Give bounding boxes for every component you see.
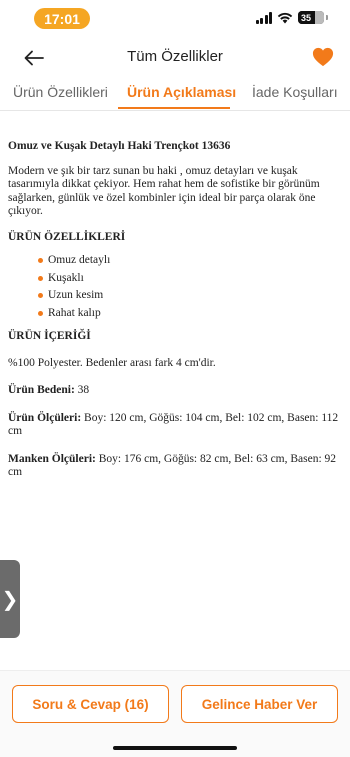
features-heading: ÜRÜN ÖZELLİKLERİ <box>8 230 126 243</box>
list-item: Rahat kalıp <box>38 307 342 321</box>
status-bar: 17:01 35 <box>0 0 350 36</box>
tab-product-features[interactable]: Ürün Özellikleri <box>13 84 108 100</box>
tab-return-conditions[interactable]: İade Koşulları <box>252 84 338 100</box>
battery-level: 35 <box>301 12 312 23</box>
product-title: Omuz ve Kuşak Detaylı Haki Trençkot 1363… <box>8 140 231 152</box>
notify-when-available-button[interactable]: Gelince Haber Ver <box>181 685 338 723</box>
features-list: Omuz detaylı Kuşaklı Uzun kesim Rahat ka… <box>38 254 342 320</box>
size-label: Ürün Bedeni: <box>8 384 75 396</box>
model-measure-label: Manken Ölçüleri: <box>8 452 96 465</box>
tab-bar: Ürün Özellikleri Ürün Açıklaması İade Ko… <box>0 80 350 110</box>
status-time: 17:01 <box>34 8 90 29</box>
header: Tüm Özellikler <box>0 38 350 78</box>
product-measure-label: Ürün Ölçüleri: <box>8 411 82 424</box>
status-icons: 35 <box>255 11 328 24</box>
product-size: Ürün Bedeni: 38 <box>8 384 342 398</box>
divider <box>0 110 350 111</box>
side-drawer-handle[interactable]: ❯ <box>0 560 20 638</box>
description-content: Omuz ve Kuşak Detaylı Haki Trençkot 1363… <box>8 140 342 494</box>
wifi-icon <box>277 12 293 23</box>
page-title: Tüm Özellikler <box>127 48 223 65</box>
bottom-action-bar: Soru & Cevap (16) Gelince Haber Ver <box>0 670 350 757</box>
active-tab-indicator <box>118 107 230 109</box>
heart-icon[interactable] <box>312 46 334 68</box>
list-item: Kuşaklı <box>38 272 342 286</box>
size-value: 38 <box>74 384 90 396</box>
chevron-right-icon: ❯ <box>1 587 19 611</box>
question-answer-button[interactable]: Soru & Cevap (16) <box>12 685 169 723</box>
product-measurements: Ürün Ölçüleri: Boy: 120 cm, Göğüs: 104 c… <box>8 412 342 439</box>
list-item: Omuz detaylı <box>38 254 342 268</box>
signal-icon <box>255 11 272 24</box>
model-measurements: Manken Ölçüleri: Boy: 176 cm, Göğüs: 82 … <box>8 453 342 480</box>
contents-text: %100 Polyester. Bedenler arası fark 4 cm… <box>8 356 216 369</box>
contents-heading: ÜRÜN İÇERİĞİ <box>8 330 91 342</box>
home-indicator <box>113 746 237 750</box>
list-item: Uzun kesim <box>38 289 342 303</box>
battery-icon: 35 <box>298 11 324 24</box>
tab-product-description[interactable]: Ürün Açıklaması <box>127 84 236 100</box>
product-description: Modern ve şık bir tarz sunan bu haki , o… <box>8 164 320 218</box>
